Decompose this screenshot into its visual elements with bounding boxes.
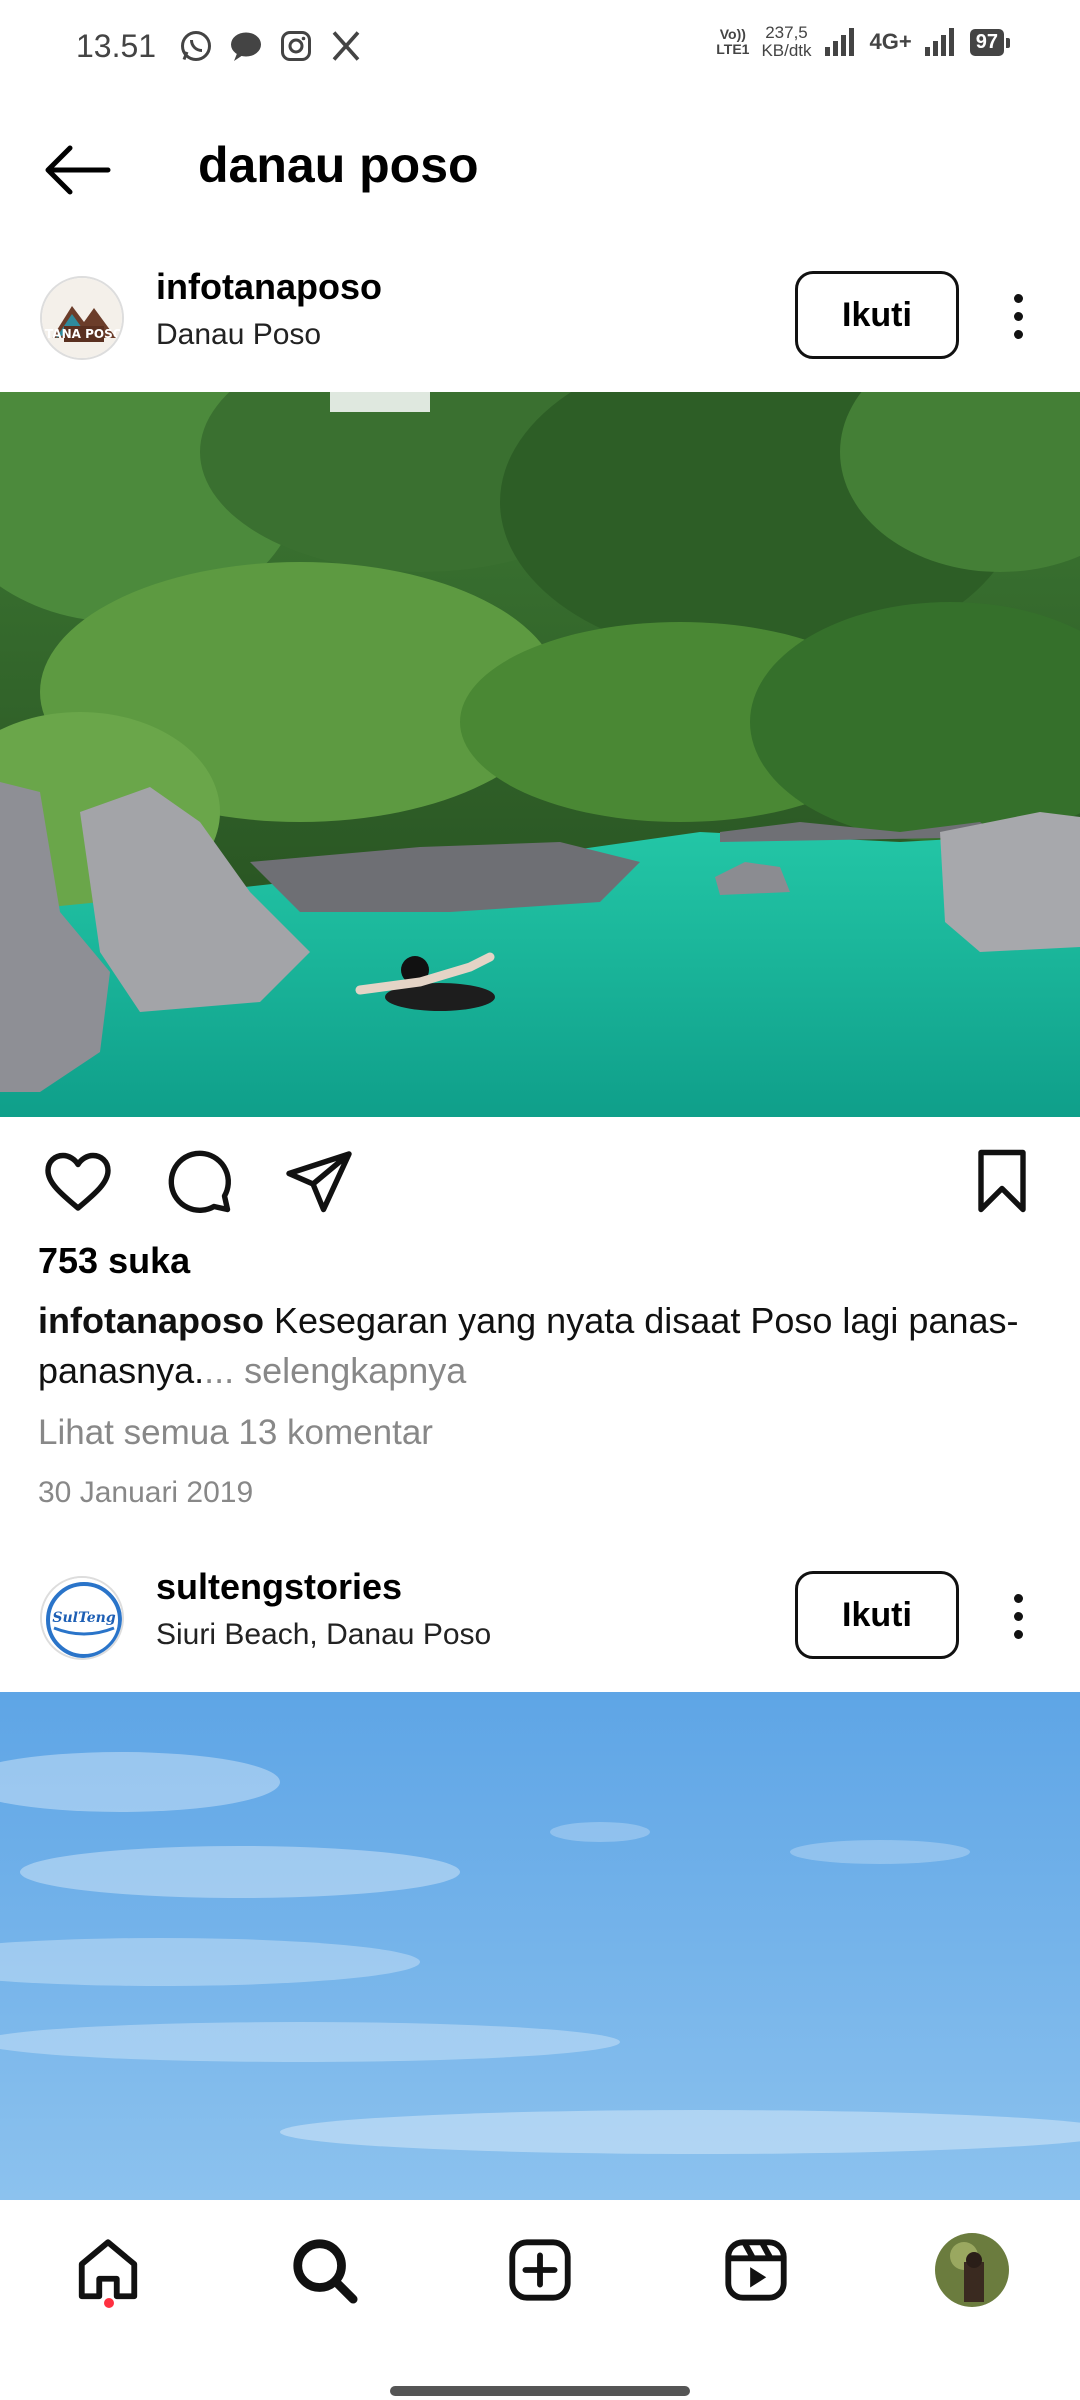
page-title: danau poso bbox=[198, 137, 479, 193]
dot bbox=[1013, 1611, 1023, 1621]
avatar-logo-text: SulTeng bbox=[52, 1610, 116, 1626]
follow-button[interactable]: Ikuti bbox=[795, 271, 959, 359]
send-icon bbox=[286, 1151, 352, 1213]
volte-top: Vo)) bbox=[719, 26, 746, 42]
volte-bottom: LTE1 bbox=[716, 41, 750, 57]
arrow-left-icon bbox=[45, 145, 111, 195]
post-caption: infotanaposo Kesegaran yang nyata disaat… bbox=[38, 1296, 1048, 1396]
avatar[interactable]: SulTeng bbox=[40, 1576, 124, 1660]
avatar[interactable]: TANA POSO bbox=[40, 276, 124, 360]
status-right: Vo)) LTE1 237,5 KB/dtk 4G+ 97 bbox=[716, 24, 1011, 60]
volte-indicator: Vo)) LTE1 bbox=[716, 27, 749, 57]
speed-unit: KB/dtk bbox=[761, 41, 812, 60]
comment-icon bbox=[168, 1150, 231, 1213]
nav-reels[interactable] bbox=[716, 2230, 796, 2310]
post-username[interactable]: infotanaposo bbox=[156, 266, 382, 308]
like-button[interactable] bbox=[42, 1145, 114, 1217]
network-speed: 237,5 KB/dtk bbox=[761, 24, 811, 60]
nav-create[interactable] bbox=[500, 2230, 580, 2310]
status-time: 13.51 bbox=[76, 28, 157, 64]
avatar-logo-text: TANA POSO bbox=[45, 327, 123, 341]
dot bbox=[1013, 293, 1023, 303]
post-actions bbox=[0, 1117, 1080, 1243]
post-image[interactable] bbox=[0, 392, 1080, 1117]
infotanaposo-logo: TANA POSO bbox=[42, 278, 123, 358]
whatsapp-icon bbox=[181, 31, 211, 61]
profile-avatar bbox=[935, 2233, 1009, 2307]
post-location[interactable]: Siuri Beach, Danau Poso bbox=[156, 1618, 491, 1652]
see-more-link[interactable]: ... selengkapnya bbox=[204, 1350, 466, 1391]
dot bbox=[1013, 1593, 1023, 1603]
back-button[interactable] bbox=[38, 140, 118, 200]
sultengstories-logo: SulTeng bbox=[42, 1578, 122, 1658]
create-icon bbox=[509, 2239, 571, 2301]
x-icon bbox=[332, 31, 360, 61]
view-comments-link[interactable]: Lihat semua 13 komentar bbox=[38, 1413, 433, 1453]
status-app-icons bbox=[178, 28, 364, 64]
more-options-button[interactable] bbox=[990, 1576, 1046, 1656]
message-icon bbox=[231, 32, 261, 61]
follow-button[interactable]: Ikuti bbox=[795, 1571, 959, 1659]
post-date: 30 Januari 2019 bbox=[38, 1476, 254, 1509]
caption-username[interactable]: infotanaposo bbox=[38, 1300, 264, 1341]
reels-icon bbox=[725, 2239, 787, 2301]
likes-count[interactable]: 753 suka bbox=[38, 1240, 190, 1282]
dot bbox=[1013, 311, 1023, 321]
notification-dot bbox=[104, 2298, 114, 2308]
save-button[interactable] bbox=[966, 1145, 1038, 1217]
lake-photo bbox=[0, 392, 1080, 1117]
bottom-nav bbox=[0, 2200, 1080, 2400]
search-icon bbox=[293, 2239, 358, 2304]
signal-2-icon bbox=[924, 28, 954, 56]
post-header: SulTeng sultengstories Siuri Beach, Dana… bbox=[0, 1546, 1080, 1691]
status-bar: 13.51 Vo)) LTE1 237,5 KB/dtk 4G+ 97 bbox=[0, 0, 1080, 96]
heart-icon bbox=[45, 1152, 111, 1211]
post-username[interactable]: sultengstories bbox=[156, 1566, 402, 1608]
dot bbox=[1013, 329, 1023, 339]
sky-photo bbox=[0, 1692, 1080, 2200]
dot bbox=[1013, 1629, 1023, 1639]
home-indicator[interactable] bbox=[390, 2386, 690, 2396]
battery-indicator: 97 bbox=[969, 28, 1011, 56]
nav-profile[interactable] bbox=[932, 2230, 1012, 2310]
comment-button[interactable] bbox=[163, 1145, 235, 1217]
nav-search[interactable] bbox=[284, 2230, 364, 2310]
network-type: 4G+ bbox=[869, 29, 912, 54]
home-icon bbox=[78, 2239, 138, 2300]
post-header: TANA POSO infotanaposo Danau Poso Ikuti bbox=[0, 246, 1080, 391]
post-image[interactable] bbox=[0, 1692, 1080, 2200]
post-location[interactable]: Danau Poso bbox=[156, 318, 321, 352]
bookmark-icon bbox=[978, 1149, 1026, 1213]
speed-value: 237,5 bbox=[765, 23, 808, 42]
more-options-button[interactable] bbox=[990, 276, 1046, 356]
signal-icon bbox=[824, 28, 854, 56]
search-header: danau poso bbox=[0, 96, 1080, 246]
instagram-icon bbox=[281, 31, 311, 61]
share-button[interactable] bbox=[283, 1145, 355, 1217]
